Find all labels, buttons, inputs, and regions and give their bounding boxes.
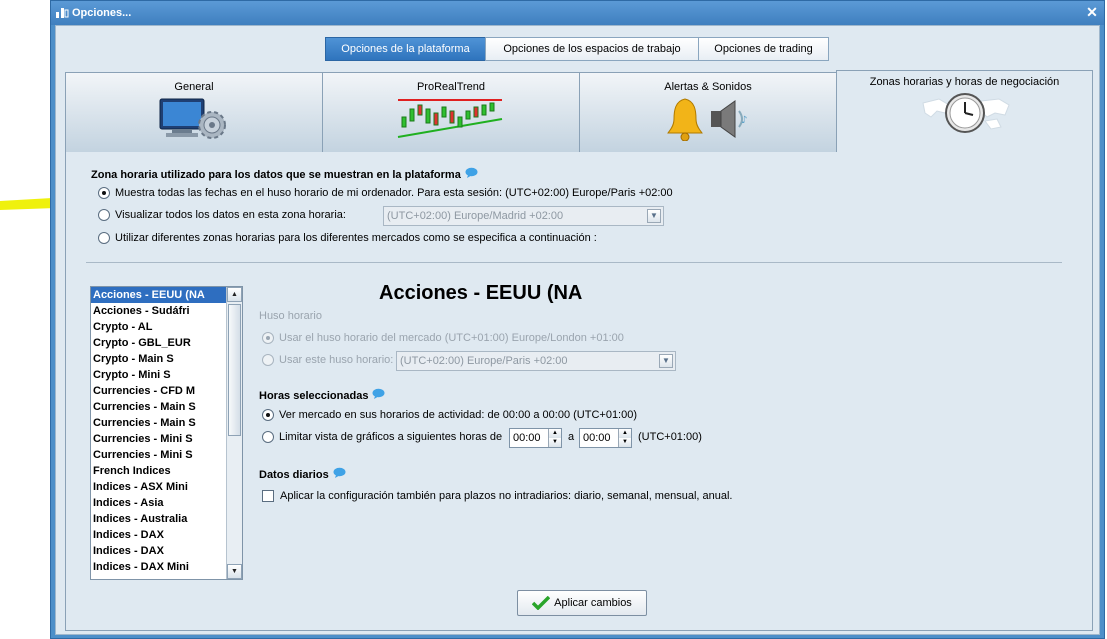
list-item[interactable]: Indices - DAX Mini	[91, 559, 242, 575]
list-item[interactable]: Crypto - GBL_EUR	[91, 335, 242, 351]
option-fixed-timezone-label: Visualizar todos los datos en esta zona …	[115, 209, 346, 221]
category-tabs: General ProRealTrend Alertas & Sonidos ♪…	[65, 70, 1093, 152]
radio-ver-mercado[interactable]	[262, 409, 274, 421]
option-aplicar-config-label: Aplicar la configuración también para pl…	[280, 490, 733, 502]
bell-speaker-icon: ♪	[665, 97, 751, 144]
tab-prorealtrend-label: ProRealTrend	[416, 81, 486, 93]
options-window: Opciones... ✕ Opciones de la plataforma …	[50, 0, 1105, 639]
tab-zonas-horarias[interactable]: Zonas horarias y horas de negociación	[836, 70, 1093, 152]
info-bubble-icon[interactable]	[333, 467, 346, 478]
spin-up-icon[interactable]: ▲	[549, 429, 561, 438]
a-label: a	[568, 431, 575, 443]
datos-diarios-title: Datos diarios	[259, 467, 346, 481]
list-item[interactable]: Indices - DAX	[91, 527, 242, 543]
option-market-timezones-label: Utilizar diferentes zonas horarias para …	[115, 232, 597, 244]
horas-seleccionadas-title: Horas seleccionadas	[259, 388, 385, 402]
spin-up-icon[interactable]: ▲	[619, 429, 631, 438]
list-item[interactable]: Indices - DAX	[91, 543, 242, 559]
list-item[interactable]: Currencies - Main S	[91, 415, 242, 431]
close-icon[interactable]: ✕	[1084, 4, 1100, 20]
option-aplicar-config[interactable]: Aplicar la configuración también para pl…	[262, 490, 732, 502]
trend-chart-icon	[396, 97, 506, 142]
section-divider	[86, 262, 1062, 263]
list-item[interactable]: French Indices	[91, 463, 242, 479]
tab-opciones-espacios-trabajo[interactable]: Opciones de los espacios de trabajo	[485, 37, 699, 61]
market-timezone-select-value: (UTC+02:00) Europe/Paris +02:00	[400, 355, 568, 367]
option-limitar-vista-label: Limitar vista de gráficos a siguientes h…	[279, 431, 503, 443]
radio-computer-timezone[interactable]	[98, 187, 110, 199]
world-clock-icon	[915, 93, 1015, 138]
from-time-spinner[interactable]: 00:00 ▲ ▼	[509, 428, 562, 448]
radio-fixed-timezone[interactable]	[98, 209, 110, 221]
info-bubble-icon[interactable]	[372, 388, 385, 399]
title-bar[interactable]: Opciones... ✕	[51, 1, 1104, 25]
utc-suffix: (UTC+01:00)	[638, 431, 702, 443]
to-time-spinner[interactable]: 00:00 ▲ ▼	[579, 428, 632, 448]
chevron-down-icon[interactable]: ▼	[659, 354, 673, 368]
option-computer-timezone[interactable]: Muestra todas las fechas en el huso hora…	[98, 187, 673, 199]
radio-limitar-vista[interactable]	[262, 431, 274, 443]
options-top-tabs: Opciones de la plataforma Opciones de lo…	[325, 37, 829, 61]
platform-timezone-title: Zona horaria utilizado para los datos qu…	[91, 167, 478, 181]
option-computer-timezone-label: Muestra todas las fechas en el huso hora…	[115, 187, 673, 199]
list-item[interactable]: Currencies - Main S	[91, 399, 242, 415]
list-item[interactable]: Crypto - Main S	[91, 351, 242, 367]
scroll-down-icon[interactable]: ▼	[227, 564, 242, 579]
list-item[interactable]: Currencies - Mini S	[91, 447, 242, 463]
option-use-this-tz[interactable]: Usar este huso horario:	[262, 354, 393, 366]
apply-changes-button[interactable]: Aplicar cambios	[517, 590, 647, 616]
markets-listbox[interactable]: Acciones - EEUU (NA Acciones - Sudáfri Cry…	[90, 286, 243, 580]
tab-general[interactable]: General	[65, 72, 323, 152]
spin-down-icon[interactable]: ▼	[549, 438, 561, 447]
huso-horario-label: Huso horario	[259, 310, 322, 322]
list-item[interactable]: Currencies - Mini S	[91, 431, 242, 447]
tab-opciones-trading[interactable]: Opciones de trading	[698, 37, 829, 61]
option-use-this-tz-label: Usar este huso horario:	[279, 354, 394, 366]
list-item[interactable]: Crypto - AL	[91, 319, 242, 335]
radio-market-timezones[interactable]	[98, 232, 110, 244]
option-ver-mercado-label: Ver mercado en sus horarios de actividad…	[279, 409, 638, 421]
app-icon	[55, 7, 69, 19]
tab-general-label: General	[174, 81, 214, 93]
list-item[interactable]: Acciones - EEUU (NA	[91, 287, 242, 303]
markets-scrollbar[interactable]: ▲ ▼	[226, 287, 242, 579]
radio-use-market-tz[interactable]	[262, 332, 274, 344]
option-fixed-timezone[interactable]: Visualizar todos los datos en esta zona …	[98, 209, 346, 221]
fixed-timezone-select-value: (UTC+02:00) Europe/Madrid +02:00	[387, 210, 564, 222]
spin-down-icon[interactable]: ▼	[619, 438, 631, 447]
checkmark-icon	[532, 596, 551, 610]
to-time-value: 00:00	[583, 432, 611, 444]
option-market-timezones[interactable]: Utilizar diferentes zonas horarias para …	[98, 232, 597, 244]
scroll-up-icon[interactable]: ▲	[227, 287, 242, 302]
list-item[interactable]: Indices - ASX Mini	[91, 479, 242, 495]
fixed-timezone-select[interactable]: (UTC+02:00) Europe/Madrid +02:00 ▼	[383, 206, 664, 226]
tab-opciones-plataforma[interactable]: Opciones de la plataforma	[325, 37, 486, 61]
window-title: Opciones...	[72, 7, 132, 19]
market-detail-title: Acciones - EEUU (NA	[379, 282, 583, 304]
chevron-down-icon[interactable]: ▼	[647, 209, 661, 223]
option-limitar-vista[interactable]: Limitar vista de gráficos a siguientes h…	[262, 431, 502, 443]
monitor-gear-icon	[158, 97, 230, 144]
radio-use-this-tz[interactable]	[262, 354, 274, 366]
svg-text:♪: ♪	[741, 115, 747, 126]
tab-alertas-sonidos[interactable]: Alertas & Sonidos ♪	[579, 72, 837, 152]
options-content: Opciones de la plataforma Opciones de lo…	[55, 25, 1100, 635]
list-item[interactable]: Currencies - CFD M	[91, 383, 242, 399]
list-item[interactable]: Acciones - Sudáfri	[91, 303, 242, 319]
scroll-thumb[interactable]	[228, 304, 241, 436]
option-use-market-tz-label: Usar el huso horario del mercado (UTC+01…	[279, 332, 624, 344]
tab-prorealtrend[interactable]: ProRealTrend	[322, 72, 580, 152]
option-ver-mercado[interactable]: Ver mercado en sus horarios de actividad…	[262, 409, 637, 421]
list-item[interactable]: Indices - Australia	[91, 511, 242, 527]
tab-alertas-label: Alertas & Sonidos	[664, 81, 752, 93]
option-use-market-tz[interactable]: Usar el huso horario del mercado (UTC+01…	[262, 332, 624, 344]
apply-changes-label: Aplicar cambios	[554, 597, 632, 609]
market-timezone-select[interactable]: (UTC+02:00) Europe/Paris +02:00 ▼	[396, 351, 676, 371]
info-bubble-icon[interactable]	[465, 167, 478, 178]
checkbox-aplicar-config[interactable]	[262, 490, 274, 502]
list-item[interactable]: Crypto - Mini S	[91, 367, 242, 383]
list-item[interactable]: Indices - Asia	[91, 495, 242, 511]
tab-zonas-label: Zonas horarias y horas de negociación	[869, 76, 1060, 88]
from-time-value: 00:00	[513, 432, 541, 444]
